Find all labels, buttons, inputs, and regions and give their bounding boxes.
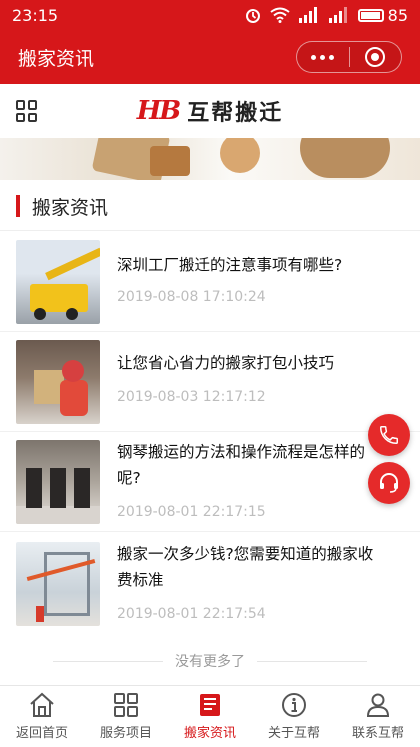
news-title: 让您省心省力的搬家打包小技巧 [117,354,335,372]
divider-left [53,660,163,662]
end-of-list: 没有更多了 [0,650,420,672]
news-date: 2019-08-01 22:17:15 [117,504,266,520]
tab-label: 返回首页 [15,726,68,741]
home-icon [30,692,54,717]
status-icons: 85 [244,6,408,25]
news-thumbnail [16,440,100,524]
battery-icon [357,8,384,22]
logo-mark: HB [136,96,182,126]
status-time: 23:15 [12,5,59,25]
news-date: 2019-08-01 22:17:54 [117,606,266,622]
tab-label: 关于互帮 [267,726,320,741]
target-icon [365,47,386,67]
section-divider [0,230,420,231]
phone-icon [380,426,398,444]
logo-text: 互帮搬迁 [187,101,284,126]
battery-indicator: 85 [357,5,408,25]
news-date: 2019-08-03 12:17:12 [117,389,266,405]
section-title-text: 搬家资讯 [32,196,109,219]
signal-4g-icon [328,7,347,23]
news-item[interactable]: 深圳工厂搬迁的注意事项有哪些? 2019-08-08 17:10:24 [0,240,420,340]
more-button[interactable] [297,42,349,72]
tab-home[interactable]: 返回首页 [0,686,84,747]
close-miniprogram-button[interactable] [350,42,402,72]
list-divider [0,431,420,432]
info-icon [282,693,306,717]
user-icon [366,693,390,717]
news-title: 深圳工厂搬迁的注意事项有哪些? [117,256,343,274]
call-button[interactable] [368,414,410,456]
wifi-icon [270,7,290,23]
customer-service-button[interactable] [368,462,410,504]
news-thumbnail [16,240,100,324]
brand-logo[interactable]: HB 互帮搬迁 [137,95,284,127]
tab-label: 搬家资讯 [183,726,236,741]
news-item[interactable]: 让您省心省力的搬家打包小技巧 2019-08-03 12:17:12 [0,340,420,440]
news-item[interactable]: 搬家一次多少钱?您需要知道的搬家收费标准 2019-08-01 22:17:54 [0,542,420,642]
menu-grid-icon[interactable] [16,100,38,122]
banner-image[interactable] [0,138,420,180]
tab-label: 服务项目 [99,726,152,741]
tab-about[interactable]: 关于互帮 [252,686,336,747]
grid-icon [114,693,138,717]
news-title: 钢琴搬运的方法和操作流程是怎样的呢? [117,443,366,487]
section-heading: 搬家资讯 [16,194,109,219]
headset-icon [380,473,398,493]
no-more-text: 没有更多了 [175,654,245,670]
news-thumbnail [16,542,100,626]
signal-icon [298,7,317,23]
news-item[interactable]: 钢琴搬运的方法和操作流程是怎样的呢? 2019-08-01 22:17:15 [0,440,420,540]
divider-right [257,660,367,662]
list-divider [0,531,420,532]
battery-level: 85 [387,5,408,25]
tab-label: 联系互帮 [351,726,404,741]
news-title: 搬家一次多少钱?您需要知道的搬家收费标准 [117,545,374,589]
more-dots-icon [311,54,335,60]
nav-bar: 搬家资讯 [0,30,420,84]
tab-news[interactable]: 搬家资讯 [168,686,252,747]
tab-services[interactable]: 服务项目 [84,686,168,747]
tab-contact[interactable]: 联系互帮 [336,686,420,747]
bottom-tab-bar: 返回首页 服务项目 搬家资讯 关于互帮 联系互帮 [0,685,420,747]
news-icon [200,694,220,716]
app-screen: 23:15 85 搬家资讯 HB 互帮搬迁 搬家资讯 深圳工厂搬迁的注意事项有哪… [0,0,420,747]
news-thumbnail [16,340,100,424]
site-header: HB 互帮搬迁 [0,84,420,138]
page-title: 搬家资讯 [18,47,95,70]
list-divider [0,331,420,332]
section-accent-bar [16,195,20,217]
miniprogram-capsule [296,41,402,73]
news-date: 2019-08-08 17:10:24 [117,289,266,305]
alarm-icon [245,9,260,23]
status-bar: 23:15 85 [0,0,420,30]
